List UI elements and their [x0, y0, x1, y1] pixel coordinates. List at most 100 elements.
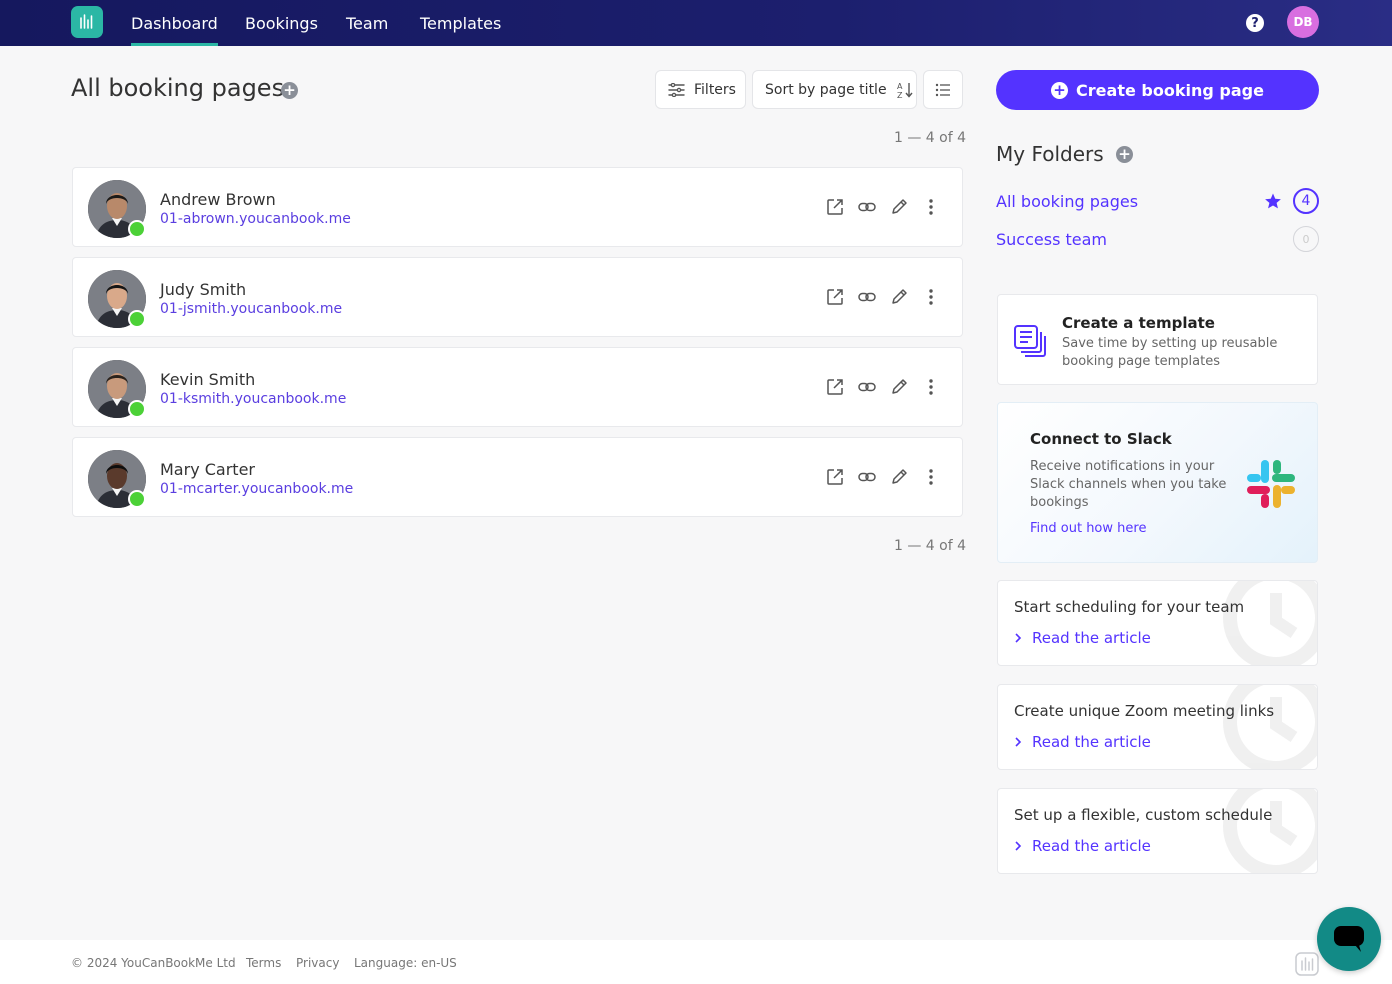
- booking-page-name: Kevin Smith: [160, 370, 256, 389]
- profile-photo: [88, 270, 146, 328]
- edit-pencil-icon[interactable]: [889, 467, 909, 487]
- online-status-dot: [128, 310, 146, 328]
- booking-page-name: Mary Carter: [160, 460, 255, 479]
- sort-button[interactable]: Sort by page title A Z: [752, 70, 917, 109]
- slack-logo-icon: [1246, 459, 1296, 513]
- pagination-count-bottom: 1 — 4 of 4: [894, 538, 967, 554]
- article-title: Start scheduling for your team: [1014, 598, 1245, 616]
- clock-watermark-icon: [1221, 581, 1317, 665]
- profile-photo: [88, 360, 146, 418]
- read-article-link[interactable]: Read the article: [1014, 733, 1151, 751]
- slack-find-out-link[interactable]: Find out how here: [1030, 521, 1146, 536]
- copy-link-icon[interactable]: [857, 377, 877, 397]
- chevron-right-icon: [1014, 736, 1022, 748]
- open-external-icon[interactable]: [825, 377, 845, 397]
- chevron-right-icon: [1014, 840, 1022, 852]
- create-booking-page-button[interactable]: + Create booking page: [996, 70, 1319, 110]
- tab-dashboard[interactable]: Dashboard: [131, 0, 218, 46]
- copy-link-icon[interactable]: [857, 197, 877, 217]
- footer-terms-link[interactable]: Terms: [246, 956, 281, 970]
- folders-title: My Folders: [996, 142, 1104, 166]
- help-icon[interactable]: ?: [1246, 14, 1264, 32]
- create-template-card[interactable]: Create a template Save time by setting u…: [997, 294, 1318, 385]
- folder-success-team[interactable]: Success team: [996, 230, 1107, 249]
- youcanbookme-logo-icon[interactable]: [71, 6, 103, 38]
- edit-pencil-icon[interactable]: [889, 197, 909, 217]
- user-avatar[interactable]: DB: [1287, 6, 1319, 38]
- edit-pencil-icon[interactable]: [889, 377, 909, 397]
- footer-language-link[interactable]: Language: en-US: [354, 956, 457, 970]
- add-folder-icon[interactable]: +: [1116, 146, 1133, 163]
- connect-slack-card: Connect to Slack Receive notifications i…: [997, 402, 1318, 563]
- read-article-link[interactable]: Read the article: [1014, 629, 1151, 647]
- more-options-icon[interactable]: [921, 467, 941, 487]
- footer-logo-icon: [1295, 952, 1319, 980]
- list-view-icon: [935, 83, 951, 97]
- open-external-icon[interactable]: [825, 197, 845, 217]
- profile-photo: [88, 450, 146, 508]
- read-article-label: Read the article: [1032, 629, 1151, 647]
- article-card[interactable]: Start scheduling for your team Read the a…: [997, 580, 1318, 666]
- online-status-dot: [128, 220, 146, 238]
- booking-page-name: Andrew Brown: [160, 190, 276, 209]
- create-booking-page-label: Create booking page: [1076, 80, 1264, 100]
- pagination-count-top: 1 — 4 of 4: [894, 130, 967, 146]
- edit-pencil-icon[interactable]: [889, 287, 909, 307]
- slack-card-title: Connect to Slack: [1030, 430, 1172, 448]
- open-external-icon[interactable]: [825, 467, 845, 487]
- filters-button[interactable]: Filters: [655, 70, 746, 109]
- article-title: Set up a flexible, custom schedule: [1014, 806, 1273, 824]
- more-options-icon[interactable]: [921, 377, 941, 397]
- plus-icon: +: [1051, 81, 1069, 99]
- read-article-link[interactable]: Read the article: [1014, 837, 1151, 855]
- read-article-label: Read the article: [1032, 733, 1151, 751]
- article-card[interactable]: Create unique Zoom meeting links Read the…: [997, 684, 1318, 770]
- sort-az-icon: A Z: [896, 81, 914, 99]
- booking-page-url[interactable]: 01-jsmith.youcanbook.me: [160, 301, 342, 317]
- online-status-dot: [128, 400, 146, 418]
- online-status-dot: [128, 490, 146, 508]
- folder-all-booking-pages[interactable]: All booking pages: [996, 192, 1138, 211]
- booking-page-url[interactable]: 01-mcarter.youcanbook.me: [160, 481, 353, 497]
- template-icon: [1013, 324, 1047, 362]
- svg-text:A: A: [897, 82, 903, 91]
- folder-count-badge: 0: [1293, 226, 1319, 252]
- copy-link-icon[interactable]: [857, 287, 877, 307]
- star-icon[interactable]: [1264, 192, 1282, 214]
- article-card[interactable]: Set up a flexible, custom schedule Read t…: [997, 788, 1318, 874]
- chevron-right-icon: [1014, 632, 1022, 644]
- booking-page-card[interactable]: Andrew Brown 01-abrown.youcanbook.me: [72, 167, 963, 247]
- top-navigation: Dashboard Bookings Team Templates ? DB: [0, 0, 1392, 46]
- more-options-icon[interactable]: [921, 197, 941, 217]
- booking-page-url[interactable]: 01-ksmith.youcanbook.me: [160, 391, 346, 407]
- svg-text:Z: Z: [897, 91, 903, 99]
- booking-page-card[interactable]: Kevin Smith 01-ksmith.youcanbook.me: [72, 347, 963, 427]
- tab-team[interactable]: Team: [346, 0, 388, 46]
- read-article-label: Read the article: [1032, 837, 1151, 855]
- footer: © 2024 YouCanBookMe Ltd Terms Privacy La…: [0, 940, 1392, 984]
- profile-photo: [88, 180, 146, 238]
- more-options-icon[interactable]: [921, 287, 941, 307]
- sort-label: Sort by page title: [765, 81, 887, 98]
- booking-page-url[interactable]: 01-abrown.youcanbook.me: [160, 211, 351, 227]
- tab-templates[interactable]: Templates: [420, 0, 501, 46]
- add-booking-page-icon[interactable]: +: [281, 82, 298, 99]
- booking-page-name: Judy Smith: [160, 280, 247, 299]
- clock-watermark-icon: [1221, 789, 1317, 873]
- slack-card-description: Receive notifications in your Slack chan…: [1030, 459, 1227, 510]
- view-toggle-button[interactable]: [923, 70, 963, 109]
- chat-support-button[interactable]: [1317, 907, 1381, 971]
- template-card-description: Save time by setting up reusable booking…: [1062, 336, 1278, 369]
- template-card-title: Create a template: [1062, 314, 1215, 332]
- article-title: Create unique Zoom meeting links: [1014, 702, 1275, 720]
- filters-label: Filters: [694, 81, 736, 98]
- footer-copyright: © 2024 YouCanBookMe Ltd: [71, 956, 236, 970]
- copy-link-icon[interactable]: [857, 467, 877, 487]
- booking-page-card[interactable]: Mary Carter 01-mcarter.youcanbook.me: [72, 437, 963, 517]
- tab-bookings[interactable]: Bookings: [245, 0, 318, 46]
- clock-watermark-icon: [1221, 685, 1317, 769]
- booking-page-card[interactable]: Judy Smith 01-jsmith.youcanbook.me: [72, 257, 963, 337]
- open-external-icon[interactable]: [825, 287, 845, 307]
- page-title: All booking pages: [71, 74, 285, 102]
- footer-privacy-link[interactable]: Privacy: [296, 956, 339, 970]
